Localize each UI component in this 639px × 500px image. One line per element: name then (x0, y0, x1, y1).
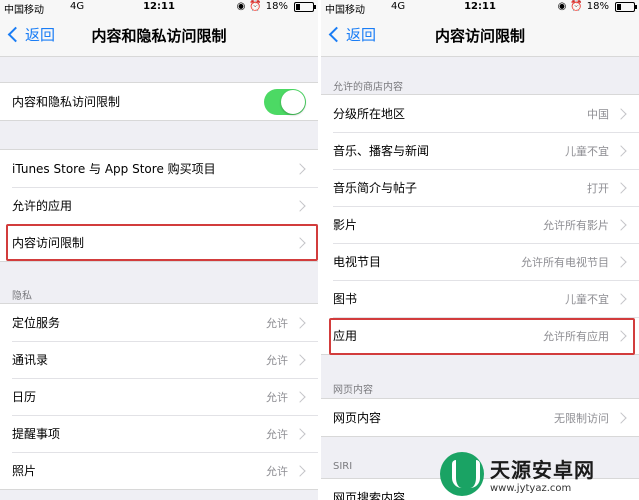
privacy-group: 定位服务 允许 通讯录 允许 日历 允许 提醒事项 允许 照片 允许 (0, 303, 318, 490)
battery-percent: 18% (586, 1, 609, 12)
row-value: 允许 (266, 316, 288, 330)
chevron-right-icon (615, 411, 627, 424)
row-label: 照片 (12, 464, 37, 478)
section-header-web: 网页内容 (333, 385, 373, 396)
chevron-right-icon (294, 236, 306, 249)
chevron-right-icon (615, 181, 627, 194)
list-item-web-content[interactable]: 网页内容 无限制访问 (321, 399, 639, 436)
chevron-right-icon (294, 162, 306, 175)
battery-icon (615, 1, 637, 12)
content-privacy-toggle-row: 内容和隐私访问限制 (0, 83, 318, 120)
toggle-label: 内容和隐私访问限制 (12, 95, 121, 109)
alarm-icon: ⏰ (570, 1, 583, 12)
list-item-music-podcasts-news[interactable]: 音乐、播客与新闻 儿童不宜 (321, 132, 639, 169)
row-value: 允许 (266, 353, 288, 367)
list-item-photos[interactable]: 照片 允许 (0, 452, 318, 489)
orientation-lock-icon: ◉ (236, 1, 246, 12)
status-bar: 中国移动 4G 12:11 ◉ ⏰ 18% (0, 0, 318, 16)
section-header-store: 允许的商店内容 (333, 82, 403, 93)
row-value: 无限制访问 (554, 411, 609, 425)
chevron-right-icon (294, 199, 306, 212)
watermark-name: 天源安卓网 (490, 458, 595, 482)
watermark: 天源安卓网 www.jytyaz.com (440, 448, 639, 500)
right-screen: 中国移动 4G 12:11 ◉ ⏰ 18% 返回 内容访问限制 允许的商店内容 … (321, 0, 639, 500)
chevron-right-icon (294, 316, 306, 329)
navigation-bar: 返回 内容访问限制 (321, 14, 639, 57)
row-label: 网页内容 (333, 411, 382, 425)
list-item-movies[interactable]: 影片 允许所有影片 (321, 206, 639, 243)
chevron-right-icon (294, 427, 306, 440)
list-item-contacts[interactable]: 通讯录 允许 (0, 341, 318, 378)
row-value: 允许 (266, 427, 288, 441)
web-group: 网页内容 无限制访问 (321, 398, 639, 437)
list-item-location[interactable]: 定位服务 允许 (0, 304, 318, 341)
list-item-store-purchases[interactable]: iTunes Store 与 App Store 购买项目 (0, 150, 318, 187)
row-value: 中国 (587, 107, 609, 121)
row-value: 允许 (266, 464, 288, 478)
orientation-lock-icon: ◉ (557, 1, 567, 12)
content-privacy-toggle[interactable] (264, 88, 306, 115)
chevron-right-icon (294, 464, 306, 477)
row-label: 定位服务 (12, 316, 61, 330)
list-item-calendar[interactable]: 日历 允许 (0, 378, 318, 415)
row-label: 内容访问限制 (12, 236, 85, 250)
row-label: iTunes Store 与 App Store 购买项目 (12, 162, 216, 176)
chevron-right-icon (615, 292, 627, 305)
row-value: 打开 (587, 181, 609, 195)
chevron-right-icon (294, 390, 306, 403)
navigation-bar: 返回 内容和隐私访问限制 (0, 14, 318, 57)
chevron-right-icon (294, 353, 306, 366)
list-item-tv-shows[interactable]: 电视节目 允许所有电视节目 (321, 243, 639, 280)
row-value: 允许所有电视节目 (521, 255, 609, 269)
list-item-content-restrictions[interactable]: 内容访问限制 (0, 224, 318, 261)
row-label: 分级所在地区 (333, 107, 406, 121)
row-label: 日历 (12, 390, 37, 404)
toggle-knob (281, 89, 305, 114)
row-label: 允许的应用 (12, 199, 73, 213)
settings-group: iTunes Store 与 App Store 购买项目 允许的应用 内容访问… (0, 149, 318, 262)
toggle-group: 内容和隐私访问限制 (0, 82, 318, 121)
row-label: 电视节目 (333, 255, 382, 269)
row-label: 影片 (333, 218, 358, 232)
chevron-right-icon (615, 107, 627, 120)
row-label: 通讯录 (12, 353, 49, 367)
row-label: 提醒事项 (12, 427, 61, 441)
chevron-right-icon (615, 329, 627, 342)
chevron-right-icon (615, 218, 627, 231)
list-item-music-profiles[interactable]: 音乐简介与帖子 打开 (321, 169, 639, 206)
row-value: 允许 (266, 390, 288, 404)
list-item-books[interactable]: 图书 儿童不宜 (321, 280, 639, 317)
section-header-siri: SIRI (333, 461, 353, 472)
page-title: 内容和隐私访问限制 (91, 27, 227, 45)
status-bar: 中国移动 4G 12:11 ◉ ⏰ 18% (321, 0, 639, 16)
alarm-icon: ⏰ (249, 1, 262, 12)
chevron-right-icon (615, 144, 627, 157)
list-item-apps[interactable]: 应用 允许所有应用 (321, 317, 639, 354)
battery-percent: 18% (265, 1, 288, 12)
left-screen: 中国移动 4G 12:11 ◉ ⏰ 18% 返回 内容和隐私访问限制 内容和隐私… (0, 0, 318, 500)
row-value: 儿童不宜 (565, 292, 609, 306)
chevron-right-icon (615, 255, 627, 268)
list-item-rating-region[interactable]: 分级所在地区 中国 (321, 95, 639, 132)
store-group: 分级所在地区 中国 音乐、播客与新闻 儿童不宜 音乐简介与帖子 打开 影片 允许… (321, 94, 639, 355)
row-value: 允许所有影片 (543, 218, 609, 232)
section-header-privacy: 隐私 (12, 291, 32, 302)
page-title: 内容访问限制 (434, 27, 525, 45)
row-value: 允许所有应用 (543, 329, 609, 343)
row-label: 应用 (333, 329, 358, 343)
battery-icon (294, 1, 316, 12)
row-label: 图书 (333, 292, 358, 306)
row-label: 音乐、播客与新闻 (333, 144, 430, 158)
list-item-reminders[interactable]: 提醒事项 允许 (0, 415, 318, 452)
android-logo-icon (440, 452, 484, 496)
row-value: 儿童不宜 (565, 144, 609, 158)
row-label: 音乐简介与帖子 (333, 181, 418, 195)
list-item-allowed-apps[interactable]: 允许的应用 (0, 187, 318, 224)
watermark-url: www.jytyaz.com (490, 483, 572, 494)
